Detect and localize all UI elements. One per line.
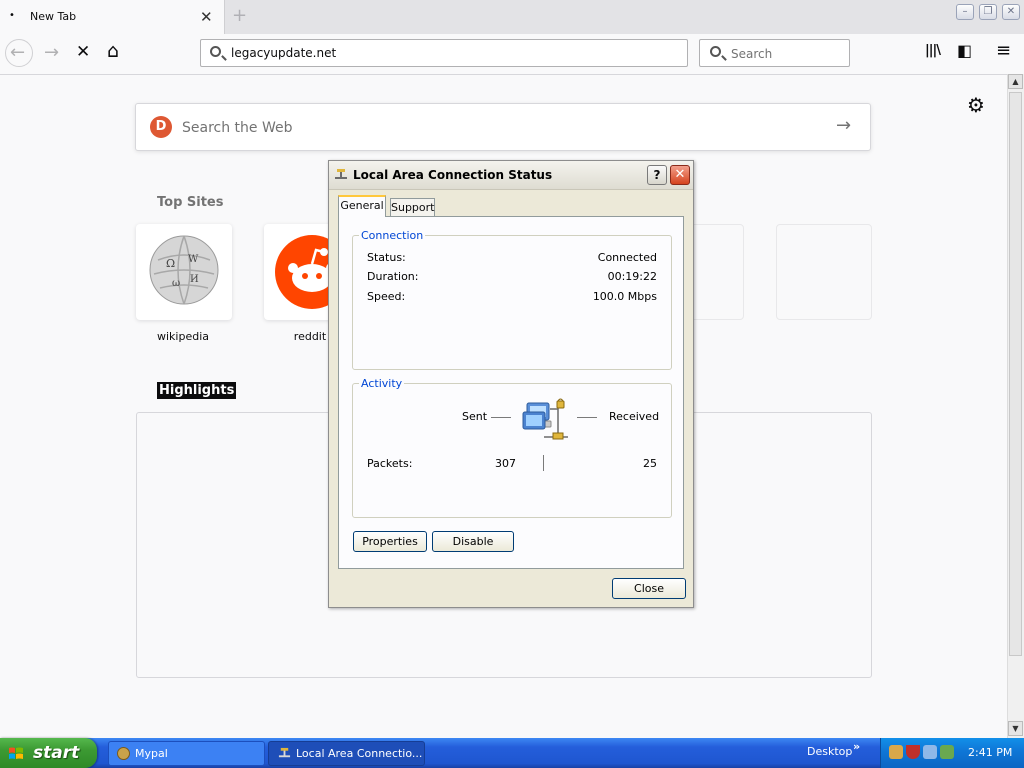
received-line bbox=[577, 417, 597, 418]
top-site-label: wikipedia bbox=[156, 330, 209, 343]
connection-group-label: Connection bbox=[359, 229, 426, 242]
start-label: start bbox=[33, 743, 80, 763]
url-text: legacyupdate.net bbox=[231, 46, 337, 60]
clock: 2:41 PM bbox=[968, 746, 1013, 759]
taskbar-item-local-area-connection[interactable]: Local Area Connectio... bbox=[268, 741, 425, 766]
general-tab-panel: Connection Status: Connected Duration: 0… bbox=[338, 216, 684, 569]
web-search-placeholder: Search the Web bbox=[182, 120, 293, 136]
top-sites-title: Top Sites bbox=[157, 195, 224, 210]
svg-text:Ω: Ω bbox=[166, 257, 175, 270]
menu-icon[interactable]: ≡ bbox=[996, 40, 1011, 61]
speed-label: Speed: bbox=[367, 290, 406, 303]
restore-button[interactable]: ❐ bbox=[979, 4, 997, 20]
activity-group bbox=[352, 383, 672, 518]
highlights-title: Highlights bbox=[157, 382, 237, 399]
back-arrow-icon: ← bbox=[10, 42, 26, 63]
new-tab-button[interactable]: + bbox=[232, 5, 247, 26]
help-button[interactable]: ? bbox=[647, 165, 667, 185]
search-icon bbox=[210, 46, 221, 57]
stop-button[interactable]: ✕ bbox=[76, 42, 90, 62]
status-value: Connected bbox=[597, 251, 657, 264]
duration-label: Duration: bbox=[367, 270, 419, 283]
network-connection-icon bbox=[278, 747, 291, 758]
sidebar-icon[interactable]: ◧ bbox=[957, 41, 972, 60]
scroll-up-icon[interactable]: ▲ bbox=[1008, 74, 1023, 89]
duckduckgo-logo-icon: D bbox=[150, 116, 172, 138]
tab-general[interactable]: General bbox=[338, 195, 386, 217]
search-placeholder: Search bbox=[731, 47, 773, 61]
speed-value: 100.0 Mbps bbox=[592, 290, 657, 303]
top-site-wikipedia[interactable]: Ω W И ω bbox=[136, 224, 232, 320]
tab-loading-dot-icon: • bbox=[9, 10, 15, 21]
svg-text:И: И bbox=[190, 274, 199, 285]
sent-line bbox=[491, 417, 511, 418]
desktop-toolbar-label[interactable]: Desktop bbox=[807, 745, 852, 758]
dialog-title: Local Area Connection Status bbox=[353, 168, 553, 182]
disable-button[interactable]: Disable bbox=[432, 531, 514, 552]
tab-support[interactable]: Support bbox=[390, 198, 435, 217]
library-icon[interactable]: |||\ bbox=[925, 43, 941, 58]
properties-button[interactable]: Properties bbox=[353, 531, 427, 552]
forward-button[interactable]: → bbox=[44, 42, 59, 63]
tab-close-icon[interactable]: ✕ bbox=[200, 8, 213, 26]
security-shield-icon[interactable] bbox=[906, 745, 920, 759]
svg-text:W: W bbox=[188, 254, 199, 265]
taskbar-item-label: Local Area Connectio... bbox=[296, 747, 423, 760]
home-button[interactable]: ⌂ bbox=[107, 40, 119, 62]
search-submit-arrow-icon[interactable]: → bbox=[836, 115, 851, 136]
tray-update-icon[interactable] bbox=[940, 745, 954, 759]
tab-new-tab[interactable]: • New Tab ✕ bbox=[0, 0, 225, 34]
scrollbar-thumb[interactable] bbox=[1009, 92, 1022, 656]
chevron-icon[interactable]: » bbox=[853, 740, 860, 753]
svg-text:ω: ω bbox=[172, 278, 180, 289]
network-tray-icon[interactable] bbox=[923, 745, 937, 759]
minimize-button[interactable]: – bbox=[956, 4, 974, 20]
window-close-button[interactable]: ✕ bbox=[1002, 4, 1020, 20]
tab-title: New Tab bbox=[30, 10, 77, 23]
sent-label: Sent bbox=[462, 410, 488, 423]
received-label: Received bbox=[609, 410, 660, 423]
mypal-icon bbox=[117, 747, 130, 760]
dialog-close-button[interactable]: ✕ bbox=[670, 165, 690, 185]
dialog-titlebar[interactable]: Local Area Connection Status ? ✕ bbox=[329, 161, 693, 190]
search-icon bbox=[710, 46, 721, 57]
tray-app-icon[interactable] bbox=[889, 745, 903, 759]
packets-received-value: 25 bbox=[643, 457, 657, 470]
search-input[interactable]: Search bbox=[699, 39, 850, 67]
duration-value: 00:19:22 bbox=[607, 270, 657, 283]
activity-group-label: Activity bbox=[359, 377, 405, 390]
network-connection-icon bbox=[335, 169, 347, 179]
status-label: Status: bbox=[367, 251, 406, 264]
taskbar-item-label: Mypal bbox=[135, 747, 168, 760]
packets-label: Packets: bbox=[367, 457, 413, 470]
scroll-down-icon[interactable]: ▼ bbox=[1008, 721, 1023, 736]
packets-divider bbox=[543, 455, 544, 471]
web-search-box[interactable]: D Search the Web → bbox=[135, 103, 871, 151]
packets-sent-value: 307 bbox=[495, 457, 516, 470]
close-button[interactable]: Close bbox=[612, 578, 686, 599]
top-site-empty-slot[interactable] bbox=[776, 224, 872, 320]
taskbar-item-mypal[interactable]: Mypal bbox=[108, 741, 265, 766]
start-button[interactable]: start bbox=[0, 738, 97, 768]
wikipedia-globe-icon: Ω W И ω bbox=[149, 235, 219, 305]
gear-icon[interactable]: ⚙ bbox=[967, 93, 985, 117]
network-activity-icon bbox=[522, 398, 568, 440]
url-bar[interactable]: legacyupdate.net bbox=[200, 39, 688, 67]
windows-logo-icon bbox=[9, 747, 23, 759]
connection-status-dialog: Local Area Connection Status ? ✕ General… bbox=[328, 160, 694, 608]
